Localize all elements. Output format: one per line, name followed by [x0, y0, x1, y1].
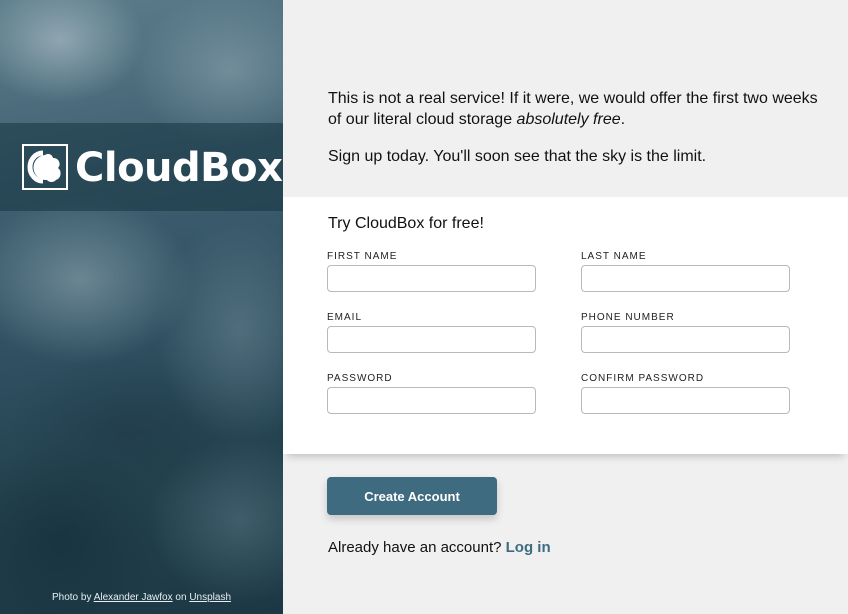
email-input[interactable] [327, 326, 536, 353]
email-label: EMAIL [327, 312, 363, 323]
brand-name: CloudBox [75, 145, 283, 191]
signup-form: Try CloudBox for free! FIRST NAME LAST N… [283, 197, 848, 454]
intro-paragraph-1: This is not a real service! If it were, … [328, 88, 818, 130]
first-name-input[interactable] [327, 265, 536, 292]
create-account-button[interactable]: Create Account [327, 477, 497, 515]
credit-author-link[interactable]: Alexander Jawfox [94, 592, 173, 603]
cloudbox-logo-icon [22, 144, 68, 190]
first-name-label: FIRST NAME [327, 251, 398, 262]
confirm-password-input[interactable] [581, 387, 790, 414]
hero-panel: CloudBox Photo by Alexander Jawfox on Un… [0, 0, 283, 614]
password-input[interactable] [327, 387, 536, 414]
login-link[interactable]: Log in [506, 539, 551, 556]
credit-site-link[interactable]: Unsplash [189, 592, 231, 603]
intro-emphasis: absolutely free [516, 111, 621, 128]
photo-credit: Photo by Alexander Jawfox on Unsplash [0, 592, 283, 603]
phone-input[interactable] [581, 326, 790, 353]
password-field: PASSWORD [327, 373, 536, 414]
first-name-field: FIRST NAME [327, 251, 536, 292]
last-name-input[interactable] [581, 265, 790, 292]
password-label: PASSWORD [327, 373, 393, 384]
brand-banner: CloudBox [0, 123, 283, 211]
confirm-password-label: CONFIRM PASSWORD [581, 373, 705, 384]
credit-middle: on [175, 592, 187, 603]
login-prompt: Already have an account? Log in [328, 539, 551, 556]
intro-paragraph-2: Sign up today. You'll soon see that the … [328, 148, 707, 165]
intro-text: This is not a real service! If it were, … [328, 88, 818, 183]
phone-label: PHONE NUMBER [581, 312, 675, 323]
intro-line1-suffix: . [620, 111, 626, 128]
login-prompt-text: Already have an account? [328, 539, 502, 556]
last-name-label: LAST NAME [581, 251, 647, 262]
phone-field: PHONE NUMBER [581, 312, 790, 353]
confirm-password-field: CONFIRM PASSWORD [581, 373, 790, 414]
last-name-field: LAST NAME [581, 251, 790, 292]
credit-prefix: Photo by [51, 592, 92, 603]
email-field: EMAIL [327, 312, 536, 353]
form-title: Try CloudBox for free! [328, 215, 484, 232]
